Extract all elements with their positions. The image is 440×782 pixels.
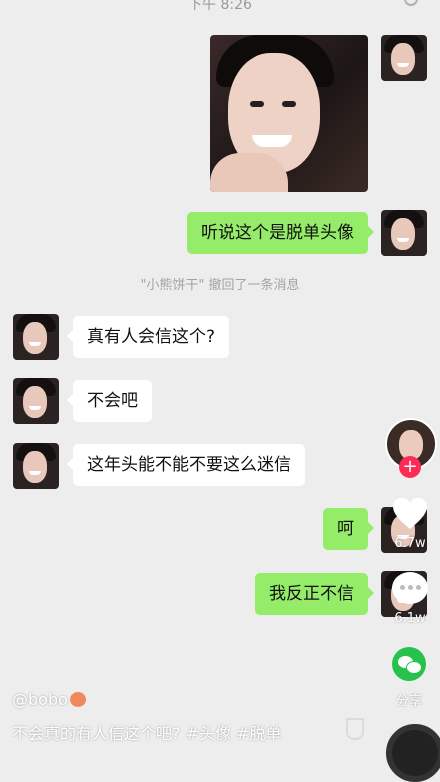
message-bubble-outgoing[interactable]: 我反正不信 bbox=[255, 573, 374, 615]
photo-eye-left bbox=[250, 101, 264, 107]
photo-hand bbox=[210, 153, 288, 192]
comment-count: 6.1w bbox=[394, 611, 426, 626]
music-disc-icon[interactable] bbox=[386, 724, 440, 782]
self-avatar[interactable] bbox=[381, 210, 427, 256]
contact-avatar[interactable] bbox=[13, 314, 59, 360]
message-bubble-outgoing[interactable]: 呵 bbox=[323, 508, 374, 550]
photo-smile bbox=[252, 135, 292, 147]
photo-eye-right bbox=[282, 101, 296, 107]
contact-avatar[interactable] bbox=[13, 443, 59, 489]
peach-emoji-icon bbox=[69, 692, 86, 707]
video-caption[interactable]: 不会真的有人信这个吧? #头像 #脱单 bbox=[12, 720, 281, 744]
message-bubble-incoming[interactable]: 真有人会信这个? bbox=[66, 316, 230, 358]
like-count: 6.7w bbox=[394, 536, 426, 551]
status-bar: 下午 8:26 bbox=[0, 0, 440, 16]
follow-plus-icon[interactable]: + bbox=[399, 456, 421, 478]
heart-icon[interactable] bbox=[392, 497, 428, 531]
music-note-icon bbox=[346, 718, 364, 740]
author-name[interactable]: @bobo bbox=[12, 690, 86, 709]
self-avatar[interactable] bbox=[381, 35, 427, 81]
contact-avatar[interactable] bbox=[13, 378, 59, 424]
share-label: 分享 bbox=[395, 694, 422, 709]
message-bubble-incoming[interactable]: 这年头能不能不要这么迷信 bbox=[67, 444, 305, 486]
photo-message[interactable] bbox=[210, 35, 368, 192]
recall-notice: "小熊饼干" 撤回了一条消息 bbox=[140, 278, 300, 293]
status-time: 下午 8:26 bbox=[188, 0, 252, 13]
message-bubble-incoming[interactable]: 不会吧 bbox=[67, 380, 152, 422]
message-bubble-outgoing[interactable]: 听说这个是脱单头像 bbox=[187, 212, 374, 254]
comment-icon[interactable] bbox=[392, 572, 428, 604]
author-handle[interactable]: @bobo bbox=[12, 690, 68, 709]
wechat-share-icon[interactable] bbox=[392, 647, 426, 681]
